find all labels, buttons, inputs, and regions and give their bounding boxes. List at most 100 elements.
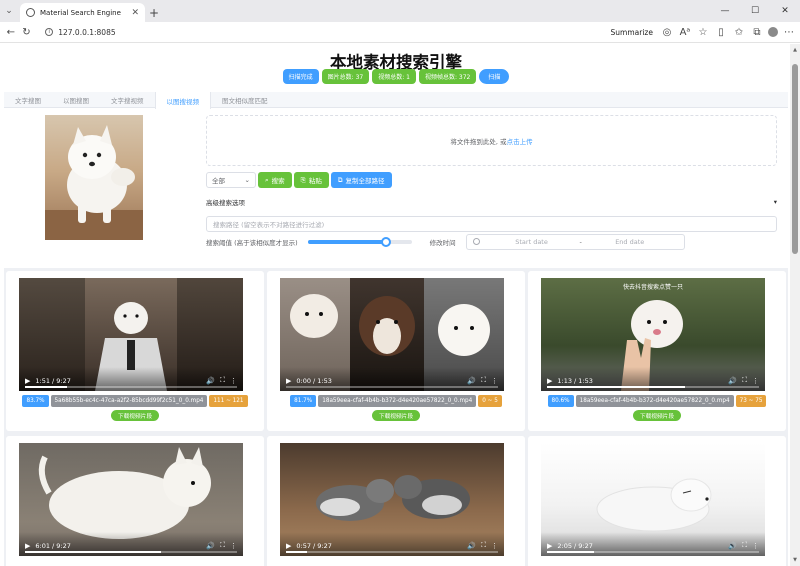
fullscreen-icon[interactable]: ⛶ <box>481 376 486 385</box>
image-count-badge: 图片总数: 37 <box>321 69 370 84</box>
more-options-icon[interactable]: ⋮ <box>491 542 498 550</box>
path-filter-input[interactable]: 搜索路径 (留空表示不对路径进行过滤) <box>206 216 777 232</box>
video-time: 6:01 / 9:27 <box>35 542 71 550</box>
more-options-icon[interactable]: ⋮ <box>752 377 759 385</box>
video-progress[interactable] <box>25 551 237 553</box>
profile-avatar[interactable] <box>767 27 778 37</box>
puppy-query-illustration <box>45 125 143 240</box>
video-time: 2:05 / 9:27 <box>557 542 593 550</box>
file-name-badge[interactable]: 18a59eea-cfaf-4b4b-b372-d4e420ae57822_0_… <box>318 395 477 407</box>
scrollbar-thumb[interactable] <box>792 64 798 254</box>
favorites-icon[interactable]: ✩ <box>732 24 746 40</box>
tab-image-video[interactable]: 以图搜视频 <box>154 92 211 109</box>
time-range-badge: 111 ~ 121 <box>209 395 248 407</box>
end-date-input[interactable]: End date <box>582 238 678 246</box>
file-name-badge[interactable]: 18a59eea-cfaf-4b4b-b372-d4e420ae57822_0_… <box>575 395 734 407</box>
threshold-slider-handle[interactable] <box>380 236 391 247</box>
type-filter-select[interactable]: 全部 ⌄ <box>206 172 256 188</box>
play-icon[interactable]: ▶ <box>286 377 291 385</box>
browser-tabbar: ⌄ Material Search Engine ✕ + — ☐ ✕ <box>0 0 800 22</box>
browser-tab[interactable]: Material Search Engine ✕ <box>20 3 145 22</box>
video-progress[interactable] <box>286 386 498 388</box>
tab-image-image[interactable]: 以图搜图 <box>52 92 100 108</box>
new-tab-icon[interactable]: + <box>145 3 163 22</box>
result-meta: 80.6% 18a59eea-cfaf-4b4b-b372-d4e420ae57… <box>528 395 786 407</box>
video-progress[interactable] <box>286 551 498 553</box>
copy-paths-button[interactable]: ⧉ 复制全部路径 <box>330 172 392 188</box>
click-upload-link[interactable]: 点击上传 <box>507 136 533 146</box>
date-range-picker[interactable]: Start date - End date <box>465 233 685 250</box>
more-options-icon[interactable]: ⋮ <box>752 542 759 550</box>
minimize-icon[interactable]: — <box>710 0 740 22</box>
video-time: 0:00 / 1:53 <box>296 377 332 385</box>
paste-button[interactable]: ⎘ 粘贴 <box>293 172 329 188</box>
volume-icon[interactable]: 🔊 <box>206 542 215 550</box>
tab-text-video[interactable]: 文字搜视频 <box>100 92 155 108</box>
status-bar: 扫描完成 图片总数: 37 视频总数: 1 视频帧总数: 372 扫描 <box>4 69 788 84</box>
back-icon[interactable]: ← <box>4 24 18 40</box>
play-icon[interactable]: ▶ <box>25 377 30 385</box>
copilot-icon[interactable]: ◎ <box>660 24 674 40</box>
type-filter-value: 全部 <box>212 177 225 185</box>
tab-image-text-match[interactable]: 图文相似度匹配 <box>211 92 279 108</box>
video-player[interactable]: ▶ 6:01 / 9:27 🔊 ⛶ ⋮ <box>19 443 243 556</box>
upload-dropzone[interactable]: 将文件拖到此处, 或 点击上传 <box>206 115 777 166</box>
address-bar[interactable]: i 127.0.0.1:8085 <box>39 24 608 40</box>
volume-icon[interactable]: 🔊 <box>467 542 476 550</box>
tab-list-icon[interactable]: ⌄ <box>0 0 18 22</box>
favorite-star-icon[interactable]: ☆ <box>696 24 710 40</box>
file-name-badge[interactable]: 5a68b55b-ec4c-47ca-a2f2-85bcdd99f2c51_0_… <box>50 395 208 407</box>
fullscreen-icon[interactable]: ⛶ <box>742 376 747 385</box>
video-player[interactable]: 快去抖音搜索点赞一只 ▶ 1:13 / 1:53 🔊 ⛶ ⋮ <box>541 278 765 391</box>
split-screen-icon[interactable]: ▯ <box>714 24 728 40</box>
advanced-options-toggle[interactable]: 高级搜索选项 ▾ <box>206 197 777 207</box>
play-icon[interactable]: ▶ <box>547 542 552 550</box>
video-player[interactable]: ▶ 1:51 / 9:27 🔊 ⛶ ⋮ <box>19 278 243 391</box>
close-tab-icon[interactable]: ✕ <box>131 8 139 18</box>
video-player[interactable]: ▶ 0:00 / 1:53 🔊 ⛶ ⋮ <box>280 278 504 391</box>
more-options-icon[interactable]: ⋮ <box>230 377 237 385</box>
maximize-icon[interactable]: ☐ <box>740 0 770 22</box>
more-menu-icon[interactable]: ⋯ <box>782 24 796 40</box>
search-button[interactable]: ⌕ 搜索 <box>258 172 292 188</box>
more-options-icon[interactable]: ⋮ <box>230 542 237 550</box>
video-time: 1:13 / 1:53 <box>557 377 593 385</box>
video-progress[interactable] <box>547 386 759 388</box>
close-window-icon[interactable]: ✕ <box>770 0 800 22</box>
video-progress[interactable] <box>547 551 759 553</box>
video-player[interactable]: ▶ 2:05 / 9:27 🔊 ⛶ ⋮ <box>541 443 765 556</box>
fullscreen-icon[interactable]: ⛶ <box>481 541 486 550</box>
read-aloud-icon[interactable]: Aᵃ <box>678 24 692 40</box>
page-scrollbar[interactable]: ▲ ▼ <box>790 44 800 566</box>
play-icon[interactable]: ▶ <box>25 542 30 550</box>
tab-text-image[interactable]: 文字搜图 <box>4 92 52 108</box>
threshold-slider[interactable] <box>307 236 412 247</box>
video-player[interactable]: ▶ 0:57 / 9:27 🔊 ⛶ ⋮ <box>280 443 504 556</box>
similarity-score-badge: 83.7% <box>22 395 49 407</box>
fullscreen-icon[interactable]: ⛶ <box>742 541 747 550</box>
download-clip-button[interactable]: 下载视频片段 <box>632 410 682 421</box>
scan-button[interactable]: 扫描 <box>479 69 510 84</box>
scroll-up-icon[interactable]: ▲ <box>792 47 798 53</box>
result-card: ▶ 2:05 / 9:27 🔊 ⛶ ⋮ <box>528 436 786 566</box>
video-progress[interactable] <box>25 386 237 388</box>
search-mode-tabs: 文字搜图 以图搜图 文字搜视频 以图搜视频 图文相似度匹配 <box>4 92 788 109</box>
collections-icon[interactable]: ⧉ <box>750 24 764 40</box>
summarize-button[interactable]: Summarize <box>611 28 653 37</box>
fullscreen-icon[interactable]: ⛶ <box>220 541 225 550</box>
volume-icon[interactable]: 🔊 <box>467 377 476 385</box>
reload-icon[interactable]: ↻ <box>20 24 34 40</box>
volume-icon[interactable]: 🔊 <box>728 377 737 385</box>
site-info-icon[interactable]: i <box>45 28 54 36</box>
play-icon[interactable]: ▶ <box>547 377 552 385</box>
play-icon[interactable]: ▶ <box>286 542 291 550</box>
start-date-input[interactable]: Start date <box>484 238 580 246</box>
volume-icon[interactable]: 🔊 <box>206 377 215 385</box>
more-options-icon[interactable]: ⋮ <box>491 377 498 385</box>
volume-icon[interactable]: 🔊 <box>728 542 737 550</box>
download-clip-button[interactable]: 下载视频片段 <box>371 410 421 421</box>
fullscreen-icon[interactable]: ⛶ <box>220 376 225 385</box>
download-clip-button[interactable]: 下载视频片段 <box>110 410 160 421</box>
scroll-down-icon[interactable]: ▼ <box>792 557 798 563</box>
copy-paths-label: 复制全部路径 <box>345 177 385 185</box>
